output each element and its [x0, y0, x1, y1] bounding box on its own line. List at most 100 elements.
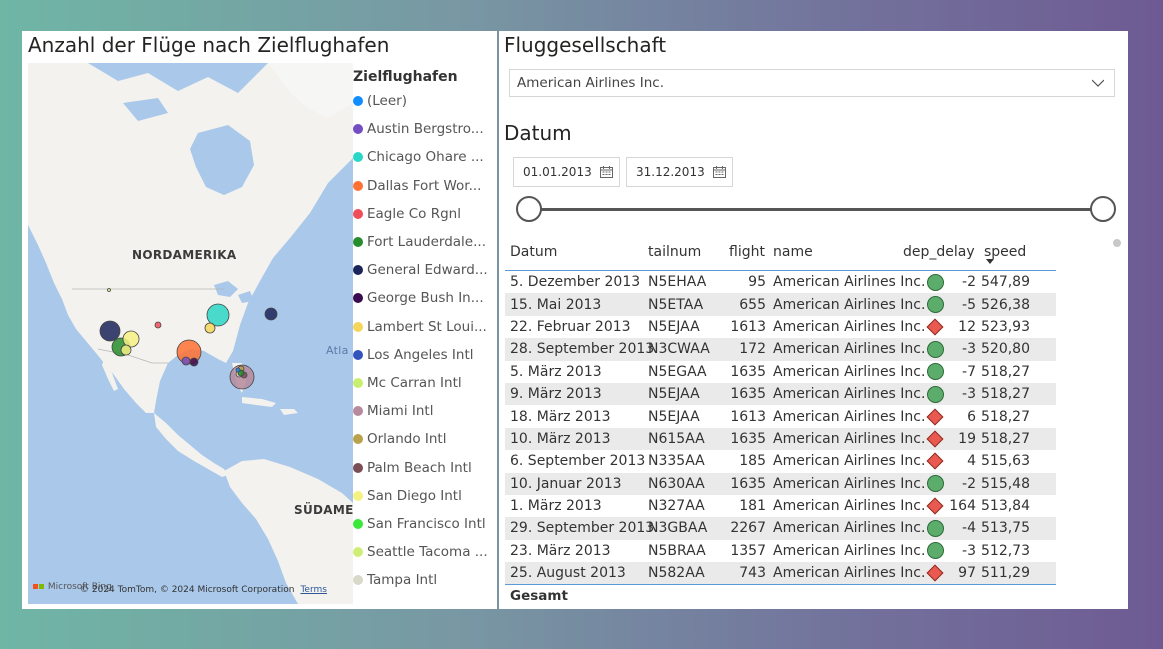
cell-datum: 5. Dezember 2013: [510, 274, 641, 291]
cell-name: American Airlines Inc.: [773, 475, 926, 492]
cell-datum: 23. März 2013: [510, 542, 611, 559]
legend-item-label: Orlando Intl: [367, 431, 447, 448]
cell-datum: 25. August 2013: [510, 565, 626, 582]
table-row[interactable]: 10. Januar 2013 N630AA 1635 American Airlin…: [505, 472, 1056, 495]
red-diamond-icon: [926, 452, 944, 470]
column-header-tailnum[interactable]: tailnum: [648, 244, 721, 260]
cell-flight: 172: [739, 341, 766, 358]
legend-item[interactable]: Tampa Intl: [353, 566, 493, 594]
legend-item[interactable]: Lambert St Loui...: [353, 313, 493, 341]
legend-item-label: Eagle Co Rgnl: [367, 205, 461, 222]
cell-delay-indicator: [924, 385, 946, 403]
map-bubble[interactable]: [120, 344, 132, 356]
table-row[interactable]: 5. Dezember 2013 N5EHAA 95 American Airline…: [505, 271, 1056, 293]
calendar-icon[interactable]: [713, 166, 726, 178]
cell-delay-indicator: [924, 363, 946, 381]
cell-speed: 518,27: [981, 430, 1030, 447]
legend-item[interactable]: (Leer): [353, 87, 493, 115]
table-row[interactable]: 25. August 2013 N582AA 743 American Airline…: [505, 562, 1056, 585]
cell-dep-delay: -2: [962, 274, 976, 291]
legend-item-label: Tampa Intl: [367, 572, 438, 589]
table-row[interactable]: 5. März 2013 N5EGAA 1635 American Airlines …: [505, 361, 1056, 383]
legend-item[interactable]: Palm Beach Intl: [353, 453, 493, 481]
date-range-end-handle[interactable]: [1090, 196, 1116, 222]
map-bubble[interactable]: [181, 356, 191, 366]
cell-name: American Airlines Inc.: [773, 341, 926, 358]
map-bubble[interactable]: [189, 357, 199, 367]
cell-name: American Airlines Inc.: [773, 318, 926, 335]
table-row[interactable]: 29. September 2013 N3GBAA 2267 American Air…: [505, 517, 1056, 540]
legend-item[interactable]: San Diego Intl: [353, 482, 493, 510]
legend-item[interactable]: Seattle Tacoma ...: [353, 538, 493, 566]
cell-delay-indicator: [924, 542, 946, 560]
bubble-map[interactable]: NORDAMERIKA SÜDAMER Atla Microsoft Bing …: [28, 63, 353, 604]
cell-name: American Airlines Inc.: [773, 363, 926, 380]
table-row[interactable]: 23. März 2013 N5BRAA 1357 American Airlines…: [505, 540, 1056, 562]
table-row[interactable]: 15. Mai 2013 N5ETAA 655 American Airlines I…: [505, 293, 1056, 316]
cell-flight: 1635: [730, 363, 766, 380]
legend-item[interactable]: Eagle Co Rgnl: [353, 200, 493, 228]
date-from-input[interactable]: 01.01.2013: [513, 157, 620, 187]
green-circle-icon: [926, 363, 944, 381]
column-header-speed[interactable]: speed: [980, 244, 1033, 264]
legend-item[interactable]: Los Angeles Intl: [353, 341, 493, 369]
table-row[interactable]: 1. März 2013 N327AA 181 American Airlines I…: [505, 495, 1056, 517]
legend-item[interactable]: George Bush In...: [353, 284, 493, 312]
cell-speed: 512,73: [981, 542, 1030, 559]
map-bubble[interactable]: [235, 367, 241, 373]
cell-dep-delay: -7: [962, 363, 976, 380]
legend-item[interactable]: Dallas Fort Wor...: [353, 172, 493, 200]
cell-name: American Airlines Inc.: [773, 498, 926, 515]
table-scrollbar[interactable]: [1113, 239, 1121, 247]
map-bubble[interactable]: [204, 322, 216, 334]
date-range-slider-track[interactable]: [529, 208, 1104, 211]
legend-item[interactable]: San Francisco Intl: [353, 510, 493, 538]
date-to-input[interactable]: 31.12.2013: [626, 157, 733, 187]
date-range-start-handle[interactable]: [516, 196, 542, 222]
map-bubble[interactable]: [154, 321, 162, 329]
map-bubble[interactable]: [99, 320, 121, 342]
table-row[interactable]: 10. März 2013 N615AA 1635 American Airlines…: [505, 427, 1056, 451]
legend-item[interactable]: Miami Intl: [353, 397, 493, 425]
table-row[interactable]: 18. März 2013 N5EJAA 1613 American Airlines…: [505, 405, 1056, 427]
cell-delay-indicator: [924, 475, 946, 493]
cell-datum: 22. Februar 2013: [510, 318, 631, 335]
table-row[interactable]: 22. Februar 2013 N5EJAA 1613 American Airli…: [505, 316, 1056, 338]
map-visual[interactable]: Anzahl der Flüge nach Zielflughafen NORD…: [22, 31, 497, 609]
cell-flight: 1635: [730, 386, 766, 403]
green-circle-icon: [926, 340, 944, 358]
table-row[interactable]: 6. September 2013 N335AA 185 American Airli…: [505, 450, 1056, 472]
column-header-flight[interactable]: flight: [721, 244, 773, 260]
legend-item-label: San Francisco Intl: [367, 515, 486, 532]
legend-item[interactable]: Mc Carran Intl: [353, 369, 493, 397]
legend-color-dot: [353, 265, 363, 276]
legend-item[interactable]: General Edward...: [353, 256, 493, 284]
map-bubbles[interactable]: [28, 63, 353, 604]
cell-delay-indicator: [924, 564, 946, 582]
legend-color-dot: [353, 349, 363, 360]
legend-item[interactable]: Fort Lauderdale...: [353, 228, 493, 256]
cell-tailnum: N5EJAA: [648, 408, 700, 425]
cell-tailnum: N5EJAA: [648, 386, 700, 403]
map-bubble[interactable]: [107, 288, 111, 292]
legend-color-dot: [353, 124, 363, 135]
table-row[interactable]: 28. September 2013 N3CWAA 172 American Airl…: [505, 338, 1056, 361]
legend-item-label: Mc Carran Intl: [367, 374, 462, 391]
map-bubble[interactable]: [264, 307, 278, 321]
column-header-datum[interactable]: Datum: [505, 244, 648, 260]
map-bubble[interactable]: [122, 330, 140, 348]
table-row[interactable]: 9. März 2013 N5EJAA 1635 American Airlines …: [505, 382, 1056, 406]
legend-item[interactable]: Chicago Ohare ...: [353, 143, 493, 171]
calendar-icon[interactable]: [600, 166, 613, 178]
cell-flight: 2267: [730, 520, 766, 537]
airline-dropdown[interactable]: American Airlines Inc.: [509, 69, 1115, 97]
green-circle-icon: [926, 273, 944, 291]
terms-link[interactable]: Terms: [300, 585, 327, 595]
cell-name: American Airlines Inc.: [773, 386, 926, 403]
legend-item[interactable]: Austin Bergstro...: [353, 115, 493, 143]
legend-item-label: Fort Lauderdale...: [367, 234, 486, 251]
legend-item[interactable]: Orlando Intl: [353, 425, 493, 453]
legend-color-dot: [353, 462, 363, 473]
column-header-name[interactable]: name: [773, 244, 924, 260]
column-header-dep-delay[interactable]: dep_delay: [903, 244, 980, 260]
